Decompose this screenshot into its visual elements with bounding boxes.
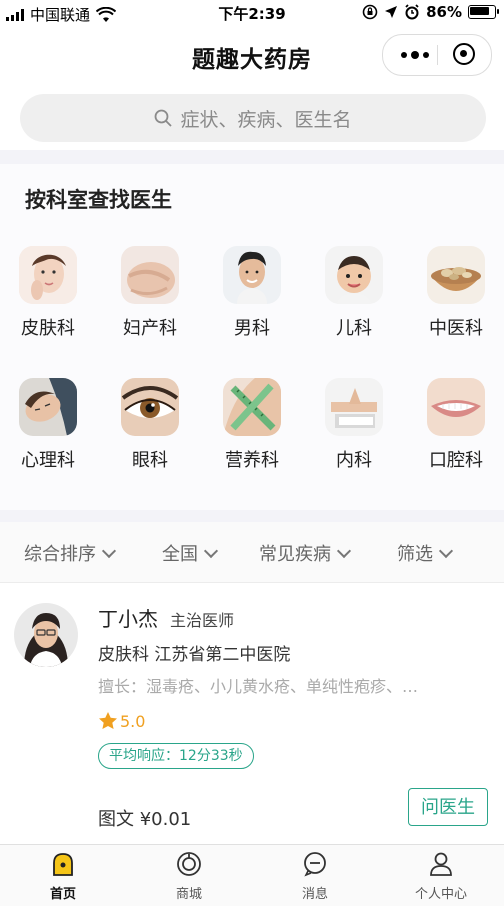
section-divider [0,510,504,522]
department-obstetrics[interactable]: 妇产科 [100,246,200,340]
more-icon[interactable] [395,45,435,65]
department-nutrition[interactable]: 营养科 [202,378,302,472]
rating-value: 5.0 [120,711,146,731]
department-label: 妇产科 [123,318,177,339]
department-label: 内科 [336,450,372,471]
close-target-icon[interactable] [453,43,475,65]
doctor-department-hospital: 皮肤科 江苏省第二中医院 [98,645,291,665]
filter-bar: 综合排序 全国 常见疾病 筛选 [0,522,504,583]
mall-icon [176,851,202,877]
chevron-down-icon [203,543,219,558]
tab-label: 商城 [175,887,202,902]
department-section-title: 按科室查找医生 [25,188,172,212]
department-label: 营养科 [225,450,279,471]
male-icon [223,246,281,304]
department-tcm[interactable]: 中医科 [406,246,504,340]
department-skin[interactable]: 皮肤科 [0,246,98,340]
department-label: 眼科 [132,450,168,471]
child-icon [325,246,383,304]
filter-disease[interactable]: 常见疾病 [259,540,352,566]
star-icon [99,712,117,729]
location-icon [385,6,398,18]
consult-price: 图文 ¥0.01 [98,809,192,830]
tab-bar: 首页 商城 消息 个人中心 [0,844,504,906]
message-icon [302,851,328,877]
doctor-name: 丁小杰 [98,607,158,631]
doctor-title: 主治医师 [170,611,235,630]
status-bar: 中国联通 下午2:39 86% [0,0,504,28]
department-label: 口腔科 [429,450,483,471]
filter-label: 综合排序 [24,544,96,565]
pregnancy-icon [121,246,179,304]
home-icon [50,851,76,877]
response-time-badge: 平均响应：12分33秒 [98,743,254,769]
mind-icon [19,378,77,436]
tab-label: 个人中心 [414,887,467,902]
tab-messages[interactable]: 消息 [252,851,378,902]
section-divider [0,150,504,164]
tab-label: 消息 [301,887,328,902]
doctor-specialty: 擅长：湿毒疮、小儿黄水疮、单纯性疱疹、… [98,677,419,696]
pill-icon [325,378,383,436]
tooth-icon [427,378,485,436]
capsule-divider [437,45,438,65]
department-label: 儿科 [336,318,372,339]
battery-text: 86% [426,3,462,21]
department-psychology[interactable]: 心理科 [0,378,98,472]
search-placeholder: 症状、疾病、医生名 [180,108,352,131]
filter-sort[interactable]: 综合排序 [24,540,117,566]
tab-mall[interactable]: 商城 [126,851,252,902]
ask-doctor-button[interactable]: 问医生 [408,788,488,826]
status-right: 86% [362,3,499,21]
department-dental[interactable]: 口腔科 [406,378,504,472]
department-pediatrics[interactable]: 儿科 [304,246,404,340]
mini-program-capsule [382,34,492,76]
orientation-lock-icon [362,4,378,20]
department-label: 皮肤科 [21,318,75,339]
chevron-down-icon [336,543,352,558]
user-icon [428,851,454,877]
filter-label: 全国 [162,544,198,565]
department-andrology[interactable]: 男科 [202,246,302,340]
filter-more[interactable]: 筛选 [397,540,454,566]
department-internal[interactable]: 内科 [304,378,404,472]
alarm-icon [405,4,419,20]
skin-icon [19,246,77,304]
department-label: 中医科 [429,318,483,339]
eye-icon [121,378,179,436]
avatar [14,603,78,667]
department-ophthalmology[interactable]: 眼科 [100,378,200,472]
department-label: 心理科 [21,450,75,471]
chevron-down-icon [101,543,117,558]
doctor-rating: 5.0 [98,711,145,731]
tape-icon [223,378,281,436]
filter-label: 筛选 [397,544,433,565]
tab-home[interactable]: 首页 [0,851,126,902]
search-bar[interactable]: 症状、疾病、医生名 [20,94,486,142]
chevron-down-icon [438,543,454,558]
herb-icon [427,246,485,304]
search-icon [154,109,173,127]
filter-region[interactable]: 全国 [162,540,219,566]
department-label: 男科 [234,318,270,339]
filter-label: 常见疾病 [259,544,331,565]
tab-label: 首页 [49,887,76,902]
tab-profile[interactable]: 个人中心 [378,851,504,902]
battery-icon [468,5,499,19]
